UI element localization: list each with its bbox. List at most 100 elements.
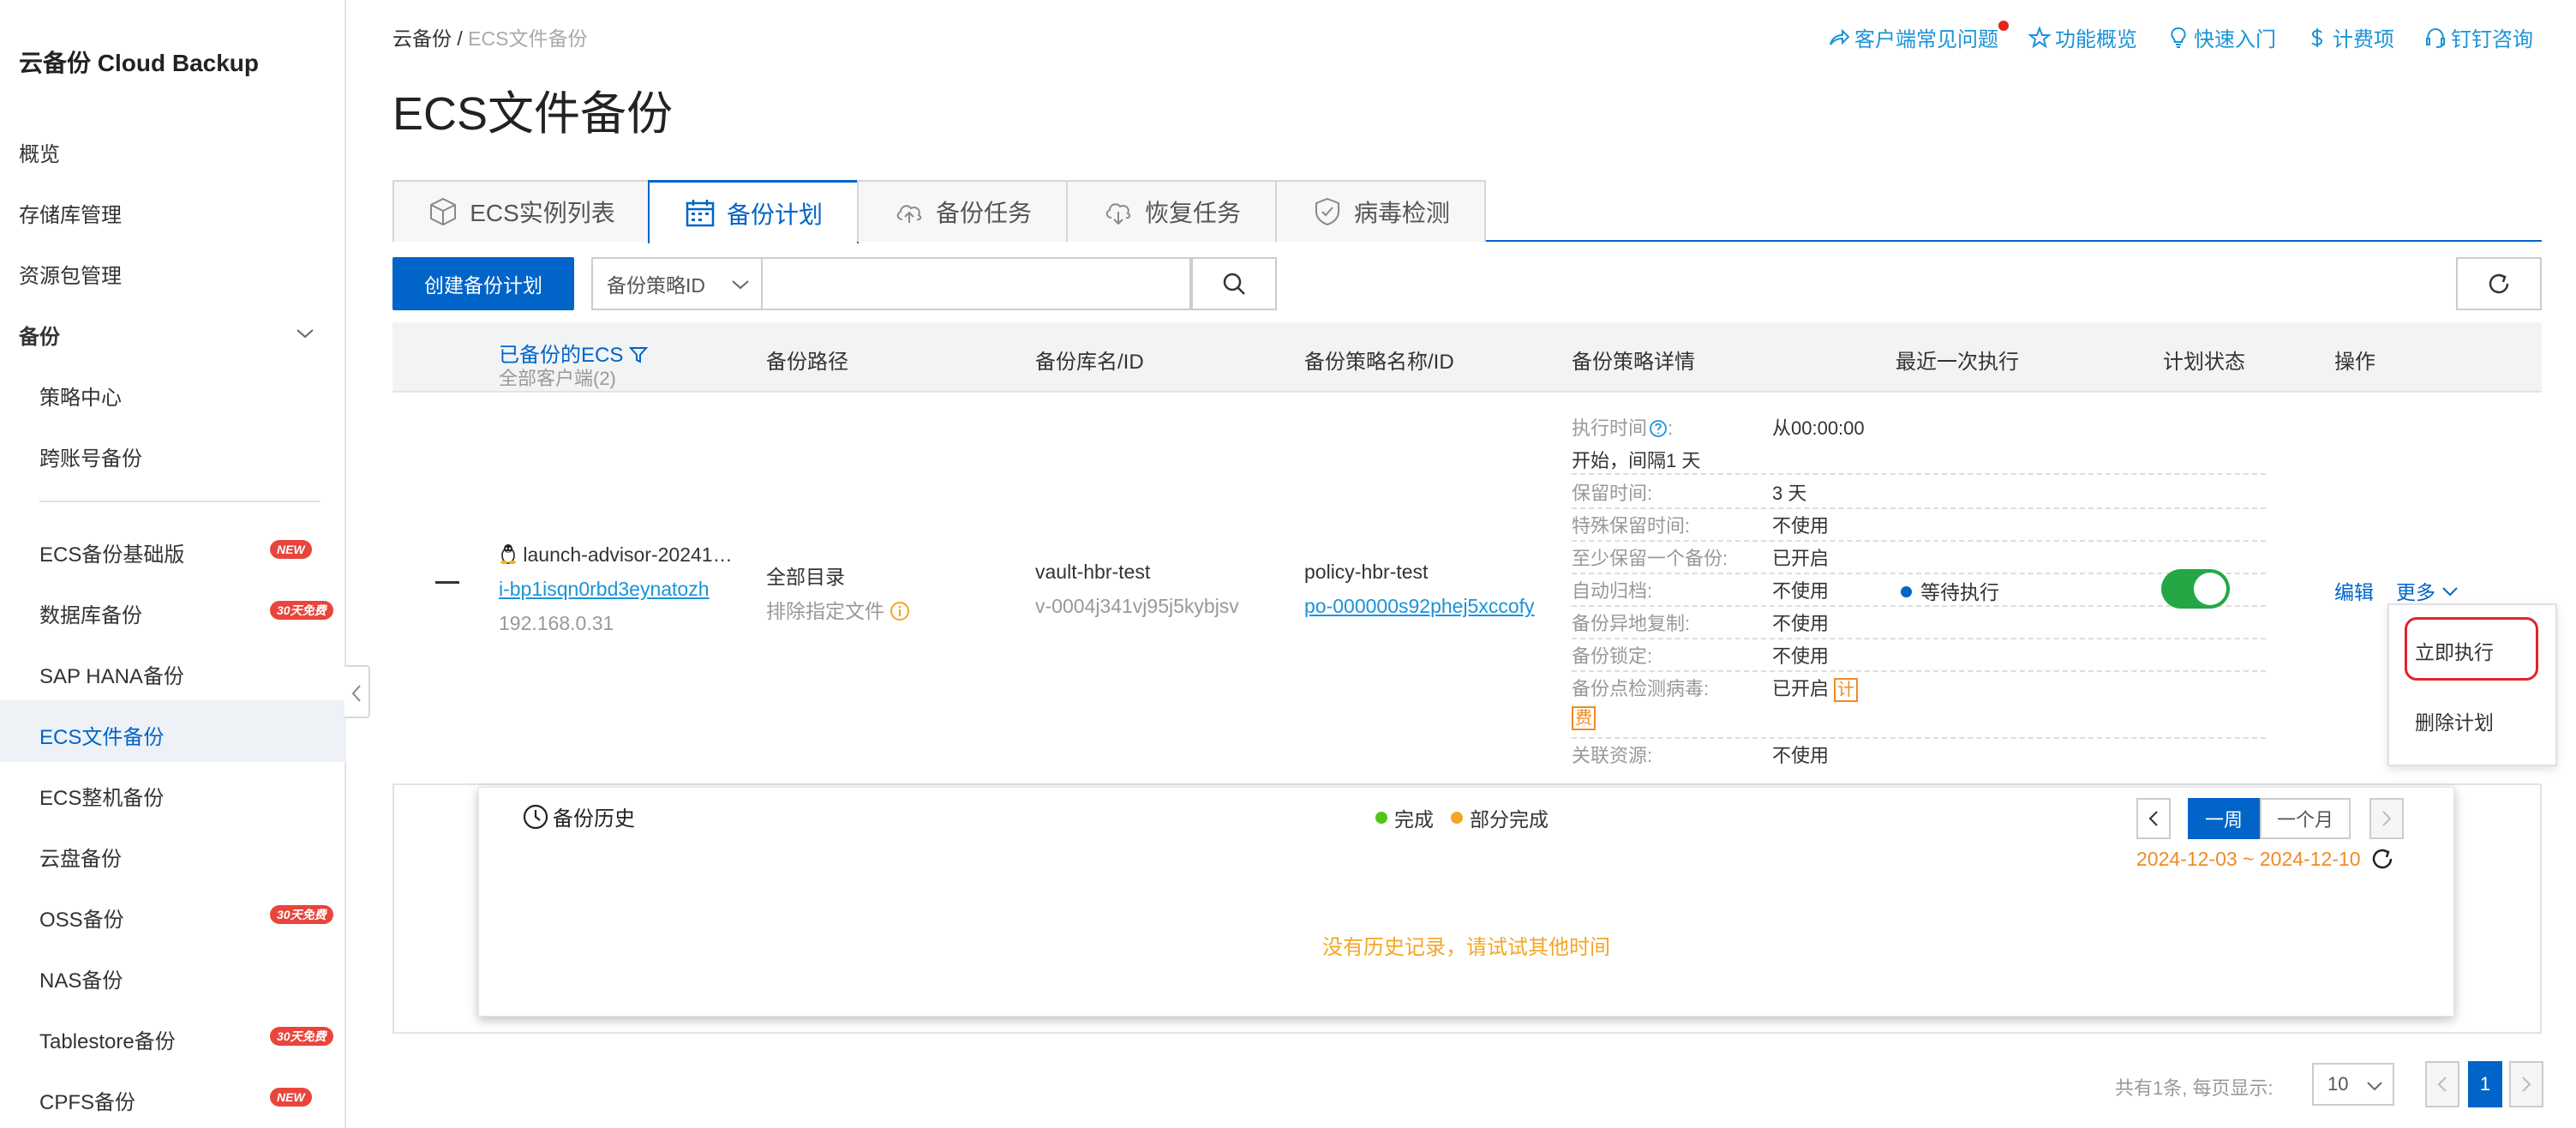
- plan-status-toggle[interactable]: [2161, 569, 2230, 609]
- sidebar-item-nas-backup[interactable]: NAS备份: [39, 963, 123, 993]
- link-billing-label: 计费项: [2333, 28, 2394, 51]
- page-size-select[interactable]: 10: [2312, 1063, 2394, 1106]
- link-billing[interactable]: 计费项: [2305, 22, 2394, 52]
- share-icon: [1830, 28, 1850, 45]
- create-backup-plan-button[interactable]: 创建备份计划: [392, 257, 574, 310]
- prev-range-button[interactable]: [2136, 798, 2171, 839]
- legend-partial: 部分完成: [1451, 803, 1549, 832]
- tab-label: 备份计划: [726, 201, 823, 228]
- legend-dot: [1375, 812, 1387, 824]
- detail-key: 保留时间:: [1572, 483, 1653, 504]
- tab-virus-detection[interactable]: 病毒检测: [1275, 180, 1486, 242]
- shield-icon: [1315, 197, 1339, 226]
- calendar-icon: [686, 199, 715, 226]
- sidebar-item-cross-account[interactable]: 跨账号备份: [39, 441, 142, 471]
- free-trial-badge: 30天免费: [270, 905, 333, 924]
- table-header: 已备份的ECS 全部客户端(2) 备份路径 备份库名/ID 备份策略名称/ID …: [392, 322, 2542, 393]
- sidebar-item-disk-backup[interactable]: 云盘备份: [39, 842, 122, 872]
- cloud-download-icon: [1105, 203, 1131, 225]
- chevron-left-icon: [351, 685, 361, 702]
- link-feature-overview-label: 功能概览: [2055, 28, 2137, 51]
- next-range-button[interactable]: [2369, 798, 2404, 839]
- chevron-down-icon: [732, 280, 749, 290]
- detail-value-text: 已开启: [1772, 678, 1830, 699]
- range-week-button[interactable]: 一周: [2188, 798, 2260, 839]
- policy-id-link[interactable]: po-000000s92phej5xccofy: [1304, 595, 1535, 618]
- tab-ecs-instances[interactable]: ECS实例列表: [392, 180, 650, 242]
- detail-divider: [1572, 507, 2266, 509]
- exclude-files: 排除指定文件: [766, 595, 910, 624]
- page-size-value: 10: [2327, 1073, 2349, 1095]
- link-dingtalk[interactable]: 钉钉咨询: [2423, 22, 2533, 52]
- sidebar-item-cpfs-backup[interactable]: CPFS备份: [39, 1085, 135, 1115]
- sidebar-item-sap-hana[interactable]: SAP HANA备份: [39, 659, 184, 689]
- detail-key: 备份异地复制:: [1572, 613, 1691, 634]
- more-actions-dropdown: 立即执行 删除计划: [2387, 603, 2557, 766]
- sidebar-item-vault-management[interactable]: 存储库管理: [19, 198, 122, 228]
- breadcrumb-separator: /: [457, 27, 463, 50]
- sidebar-item-ecs-full-backup[interactable]: ECS整机备份: [39, 781, 164, 811]
- refresh-button[interactable]: [2456, 257, 2542, 310]
- sidebar-item-ecs-file-backup[interactable]: ECS文件备份: [39, 720, 164, 750]
- help-icon[interactable]: [1649, 419, 1668, 438]
- detail-key: 特殊保留时间:: [1572, 515, 1691, 537]
- sidebar-item-overview[interactable]: 概览: [19, 137, 60, 167]
- search-input[interactable]: [763, 257, 1191, 310]
- last-run-status: 等待执行: [1901, 576, 1999, 605]
- filter-icon[interactable]: [628, 345, 649, 364]
- page-number-button[interactable]: 1: [2468, 1061, 2502, 1107]
- sidebar-item-ecs-basic[interactable]: ECS备份基础版: [39, 537, 184, 567]
- history-legend: 完成 部分完成: [1375, 803, 1549, 832]
- sidebar-item-tablestore-backup[interactable]: Tablestore备份: [39, 1024, 176, 1054]
- sidebar: 云备份 Cloud Backup 概览 存储库管理 资源包管理 备份 策略中心 …: [0, 0, 346, 1128]
- fee-tag[interactable]: 费: [1572, 706, 1596, 730]
- history-empty-message: 没有历史记录，请试试其他时间: [1322, 936, 1610, 959]
- exclude-files-label: 排除指定文件: [766, 600, 884, 622]
- policy-id-filter-select[interactable]: 备份策略ID: [591, 257, 763, 310]
- menu-item-run-now[interactable]: 立即执行: [2415, 636, 2494, 665]
- sidebar-group-backup[interactable]: 备份: [19, 320, 60, 350]
- tab-backup-jobs[interactable]: 备份任务: [857, 180, 1068, 242]
- prev-page-button[interactable]: [2425, 1061, 2459, 1107]
- detail-value: 已开启 计: [1772, 674, 1859, 702]
- tab-backup-plans[interactable]: 备份计划: [648, 180, 859, 243]
- sidebar-item-database-backup[interactable]: 数据库备份: [39, 598, 142, 628]
- range-month-button[interactable]: 一个月: [2260, 798, 2351, 839]
- sidebar-item-policy-center[interactable]: 策略中心: [39, 381, 122, 411]
- chevron-up-icon[interactable]: [294, 322, 316, 345]
- detail-value: 不使用: [1772, 580, 1830, 602]
- next-page-button[interactable]: [2509, 1061, 2543, 1107]
- cloud-upload-icon: [896, 205, 922, 223]
- link-feature-overview[interactable]: 功能概览: [2028, 22, 2137, 52]
- sidebar-item-oss-backup[interactable]: OSS备份: [39, 903, 124, 933]
- collapse-row-toggle[interactable]: [435, 581, 459, 584]
- refresh-icon: [2489, 273, 2509, 294]
- link-dingtalk-label: 钉钉咨询: [2451, 28, 2533, 51]
- refresh-icon[interactable]: [2369, 846, 2395, 872]
- edit-link[interactable]: 编辑: [2334, 576, 2374, 605]
- legend-dot: [1451, 812, 1463, 824]
- link-client-faq[interactable]: 客户端常见问题: [1827, 21, 2009, 52]
- detail-key: 自动归档:: [1572, 580, 1653, 602]
- more-actions-link[interactable]: 更多: [2396, 576, 2459, 605]
- status-dot: [1901, 586, 1912, 597]
- sidebar-item-resource-pack[interactable]: 资源包管理: [19, 259, 122, 289]
- link-quick-start[interactable]: 快速入门: [2166, 22, 2276, 52]
- detail-key: 备份点检测病毒:: [1572, 678, 1710, 699]
- column-ecs-subtitle[interactable]: 全部客户端(2): [499, 363, 616, 391]
- chevron-down-icon: [2367, 1082, 2382, 1091]
- instance-id-link[interactable]: i-bp1isqn0rbd3eynatozh: [499, 578, 710, 601]
- tab-label: 病毒检测: [1353, 200, 1450, 226]
- column-last-run: 最近一次执行: [1896, 351, 2019, 374]
- menu-item-delete-plan[interactable]: 删除计划: [2415, 706, 2494, 735]
- fee-tag[interactable]: 计: [1834, 678, 1859, 702]
- detail-value: 3 天: [1772, 483, 1807, 504]
- breadcrumb-root[interactable]: 云备份: [392, 27, 452, 50]
- search-button[interactable]: [1191, 257, 1277, 310]
- info-icon[interactable]: [890, 601, 910, 621]
- sidebar-collapse-handle[interactable]: [344, 665, 370, 718]
- free-trial-badge: 30天免费: [270, 601, 333, 620]
- vault-name: vault-hbr-test: [1035, 561, 1151, 583]
- tab-restore-jobs[interactable]: 恢复任务: [1066, 180, 1277, 242]
- detail-divider: [1572, 737, 2266, 739]
